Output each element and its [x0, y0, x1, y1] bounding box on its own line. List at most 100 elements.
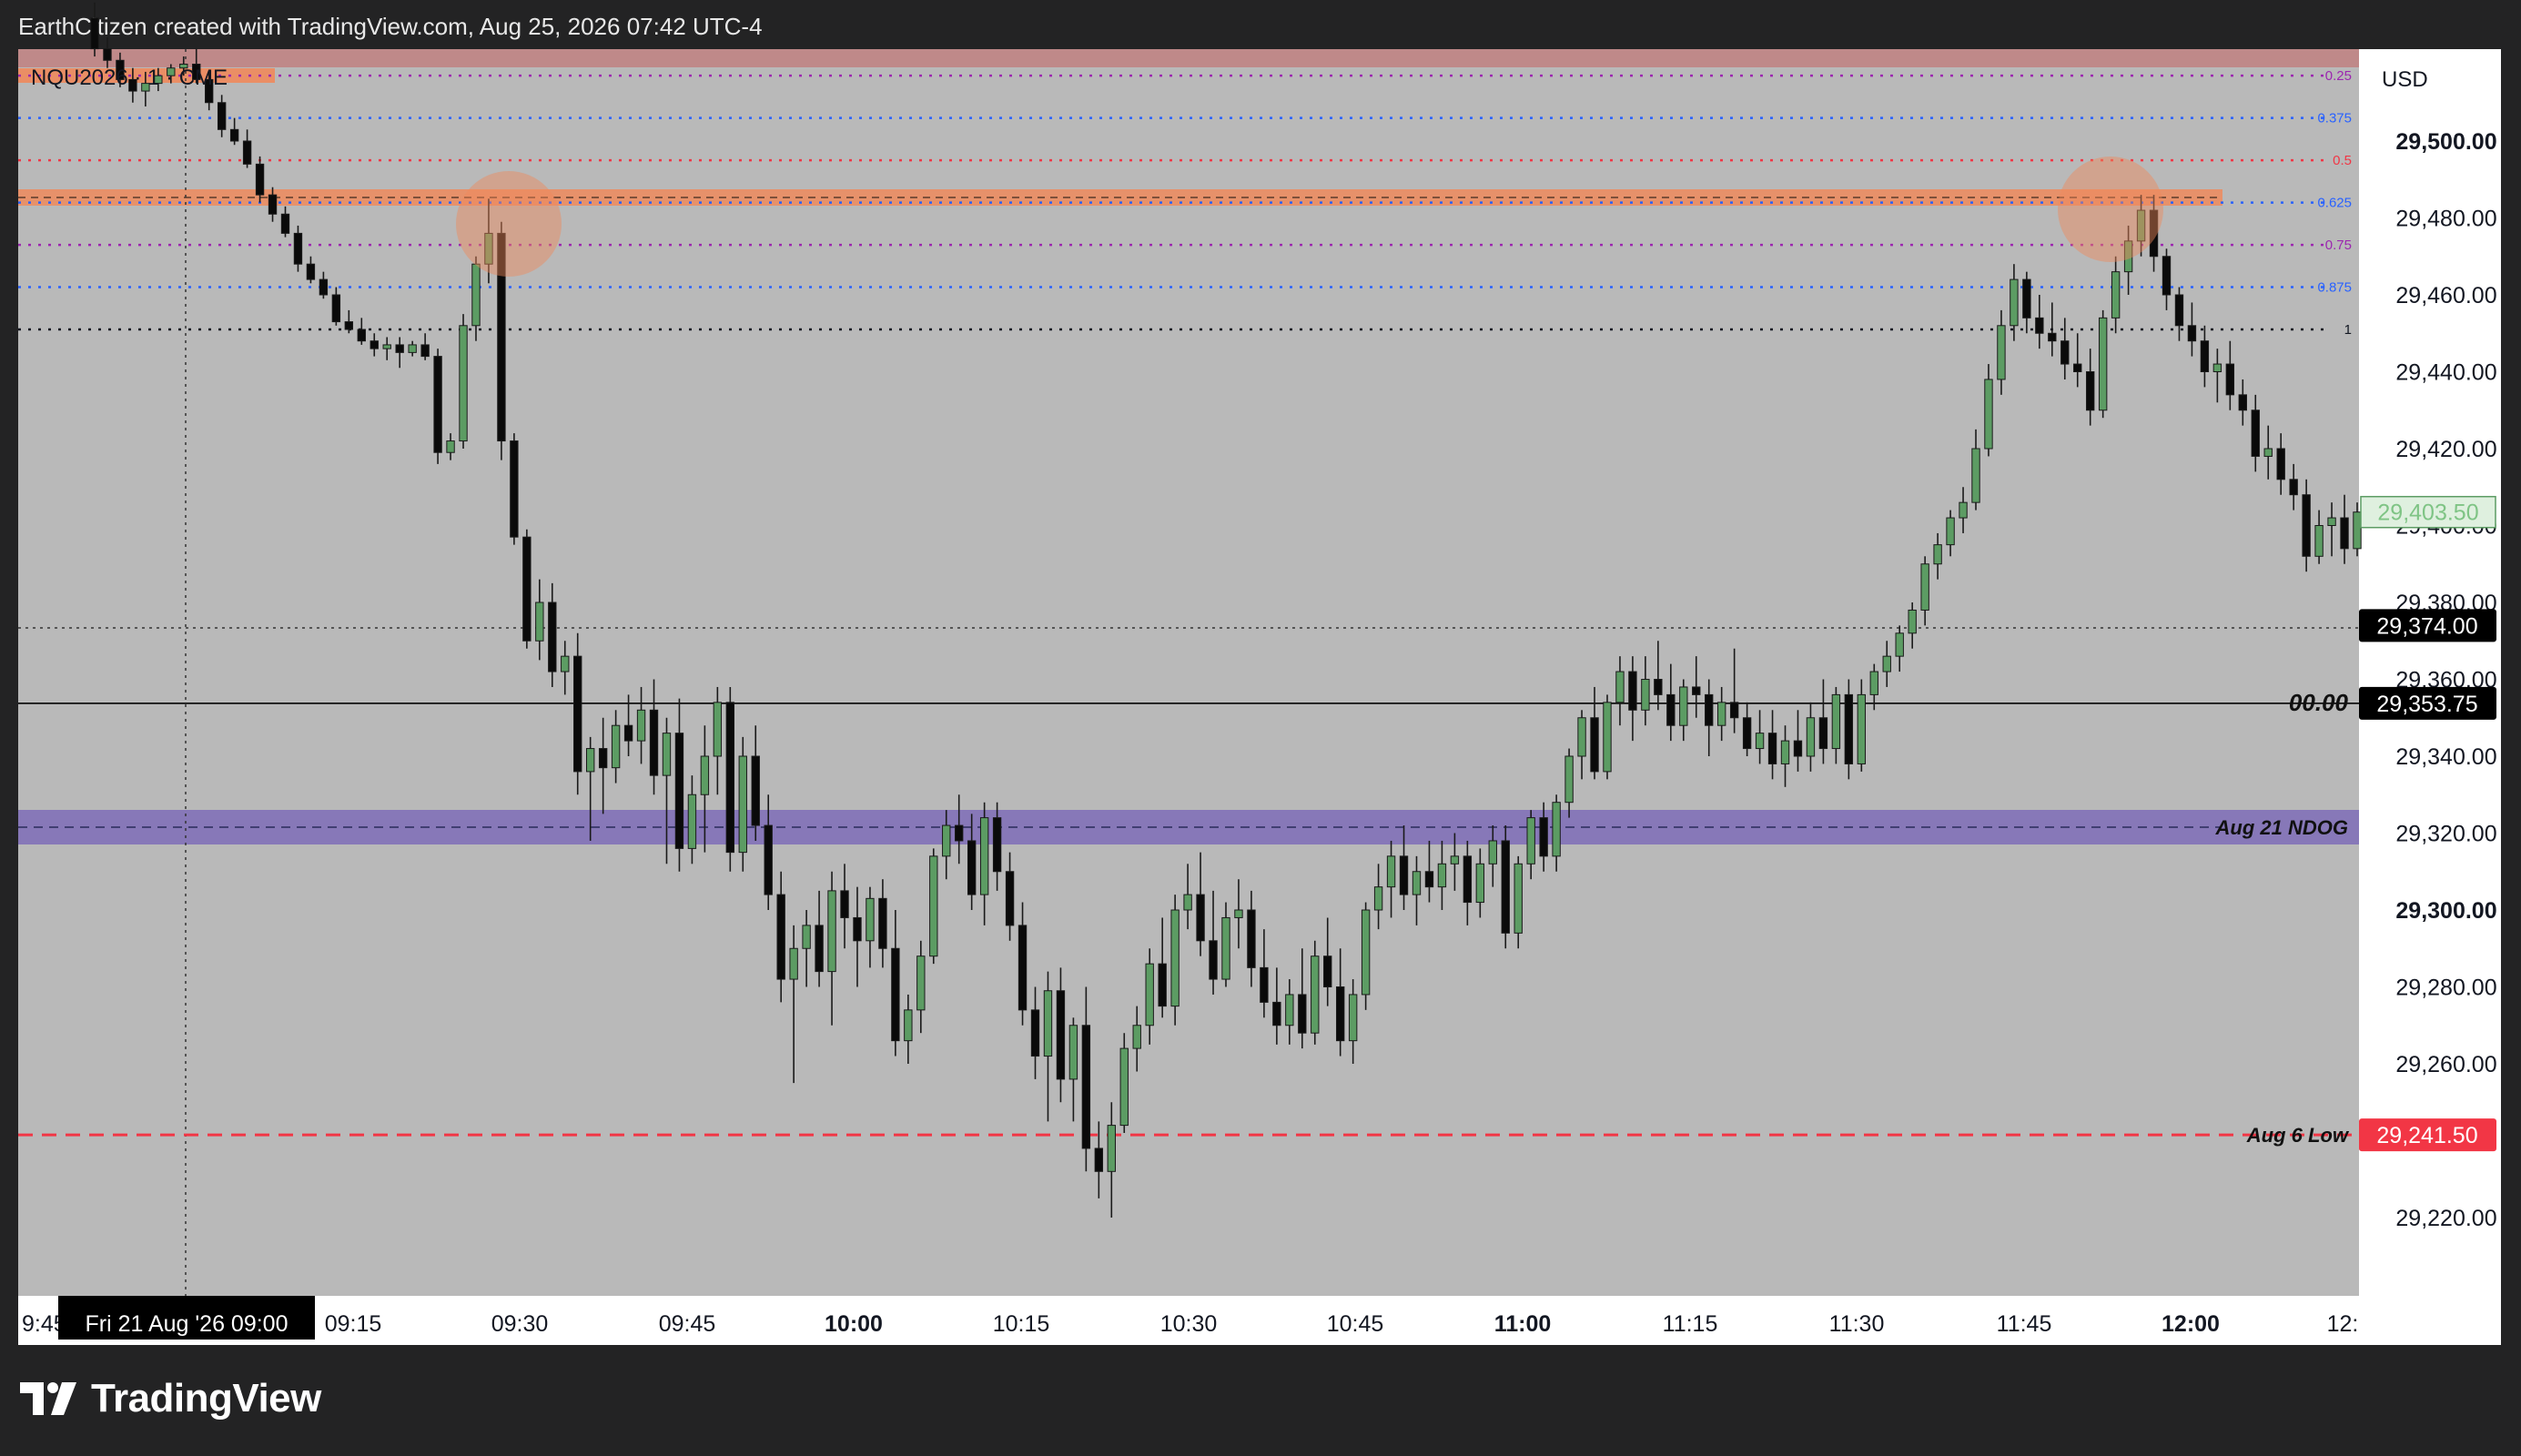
candle-body	[2263, 448, 2273, 457]
candle-body	[1767, 733, 1777, 764]
candle-body	[1705, 693, 1714, 726]
candle-body	[1679, 686, 1688, 726]
candle-body	[776, 894, 785, 980]
candle-body	[1895, 632, 1904, 657]
candle-body	[382, 344, 391, 349]
candle-body	[1463, 855, 1473, 904]
candle-body	[764, 824, 773, 895]
candle-body	[408, 344, 417, 353]
candle-body	[623, 724, 633, 742]
candle-body	[217, 102, 227, 130]
x-tick-label: 11:45	[1997, 1311, 2052, 1337]
candle-body	[2276, 448, 2285, 480]
y-tick-label: 29,340.00	[2395, 744, 2496, 770]
candle-body	[255, 163, 265, 196]
candle-body	[1005, 871, 1015, 926]
candle-body	[1818, 717, 1828, 750]
candle-body	[1285, 994, 1294, 1026]
candle-body	[2314, 525, 2324, 557]
candle-body	[1158, 963, 1167, 1007]
candle-body	[1132, 1025, 1141, 1049]
candle-body	[1590, 717, 1599, 773]
candle-body	[90, 17, 99, 50]
candle-body	[1742, 717, 1752, 750]
candle-body	[2010, 278, 2019, 327]
candle-body	[293, 232, 303, 265]
candle-body	[1539, 817, 1548, 857]
candle-body	[1946, 517, 1955, 546]
x-tick-label: 10:15	[993, 1311, 1050, 1337]
currency-button[interactable]: USD	[2364, 56, 2495, 104]
x-tick-label: 12:	[2327, 1311, 2359, 1337]
candle-body	[2238, 394, 2247, 411]
candle-body	[1654, 679, 1663, 695]
candle-body	[1234, 909, 1243, 918]
candle-body	[789, 947, 798, 980]
price-chart[interactable]: 0.25 0.375 0.5 0.625 0.75 0.875 1 00.00 Aug 21 …	[0, 0, 2521, 1456]
candle-body	[1209, 940, 1218, 980]
candle-body	[510, 440, 519, 538]
candle-body	[1959, 501, 1968, 519]
fib-level-label: 0.625	[2317, 196, 2352, 211]
candle-body	[242, 140, 252, 165]
candle-body	[2111, 271, 2121, 318]
top-resistance-zone	[18, 49, 2359, 67]
candle-body	[979, 817, 989, 895]
candle-body	[357, 329, 366, 342]
candle-body	[853, 916, 862, 942]
candle-body	[2022, 278, 2031, 318]
candle-body	[891, 947, 900, 1042]
candle-body	[573, 655, 582, 773]
candle-body	[548, 602, 557, 672]
candle-body	[420, 344, 430, 358]
candle-body	[1323, 956, 1332, 987]
candle-body	[878, 897, 887, 949]
level-label: Aug 21 NDOG	[2215, 816, 2348, 839]
candle-body	[2048, 332, 2057, 342]
candle-body	[1603, 702, 1612, 773]
y-tick-label: 29,420.00	[2395, 437, 2496, 462]
candle-body	[1666, 693, 1676, 726]
candle-body	[395, 344, 404, 353]
candle-body	[2225, 363, 2235, 396]
candle-body	[2174, 294, 2184, 327]
x-tick-label: 12:00	[2162, 1311, 2220, 1337]
y-tick-label: 29,280.00	[2395, 976, 2496, 1001]
candle-body	[1475, 863, 1485, 904]
x-tick-label: 11:30	[1829, 1311, 1885, 1337]
candle-body	[1933, 544, 1942, 565]
candle-body	[1729, 702, 1739, 719]
candle-body	[1577, 717, 1586, 757]
y-tick-label: 29,300.00	[2395, 898, 2496, 924]
candle-body	[1043, 990, 1053, 1057]
rejection-highlight-circle	[2058, 157, 2163, 262]
candle-body	[700, 755, 710, 795]
candle-body	[1260, 966, 1269, 1003]
candle-body	[1552, 802, 1561, 857]
candle-body	[2073, 363, 2082, 372]
candle-body	[459, 325, 468, 442]
rejection-highlight-circle	[456, 171, 562, 277]
candle-body	[1755, 733, 1765, 750]
candle-body	[1716, 702, 1726, 726]
candle-body	[1450, 855, 1460, 864]
tradingview-logo[interactable]: TradingView	[20, 1376, 321, 1421]
candle-body	[561, 655, 570, 672]
y-tick-label: 29,260.00	[2395, 1052, 2496, 1077]
candle-body	[1361, 909, 1371, 996]
ndog-zone	[18, 810, 2359, 844]
candle-body	[2340, 517, 2349, 550]
candle-body	[1692, 686, 1701, 695]
candle-body	[815, 925, 824, 973]
candle-body	[662, 733, 672, 776]
candle-body	[636, 709, 646, 742]
x-tick-label: 11:00	[1494, 1311, 1552, 1337]
x-tick-label: 09:45	[659, 1311, 716, 1337]
candle-body	[2251, 410, 2260, 457]
x-tick-label: 10:30	[1160, 1311, 1218, 1337]
plot-background	[18, 49, 2359, 1296]
candle-body	[1984, 379, 1993, 450]
candle-body	[331, 294, 341, 323]
candle-body	[1831, 693, 1841, 750]
candle-body	[1997, 325, 2006, 380]
